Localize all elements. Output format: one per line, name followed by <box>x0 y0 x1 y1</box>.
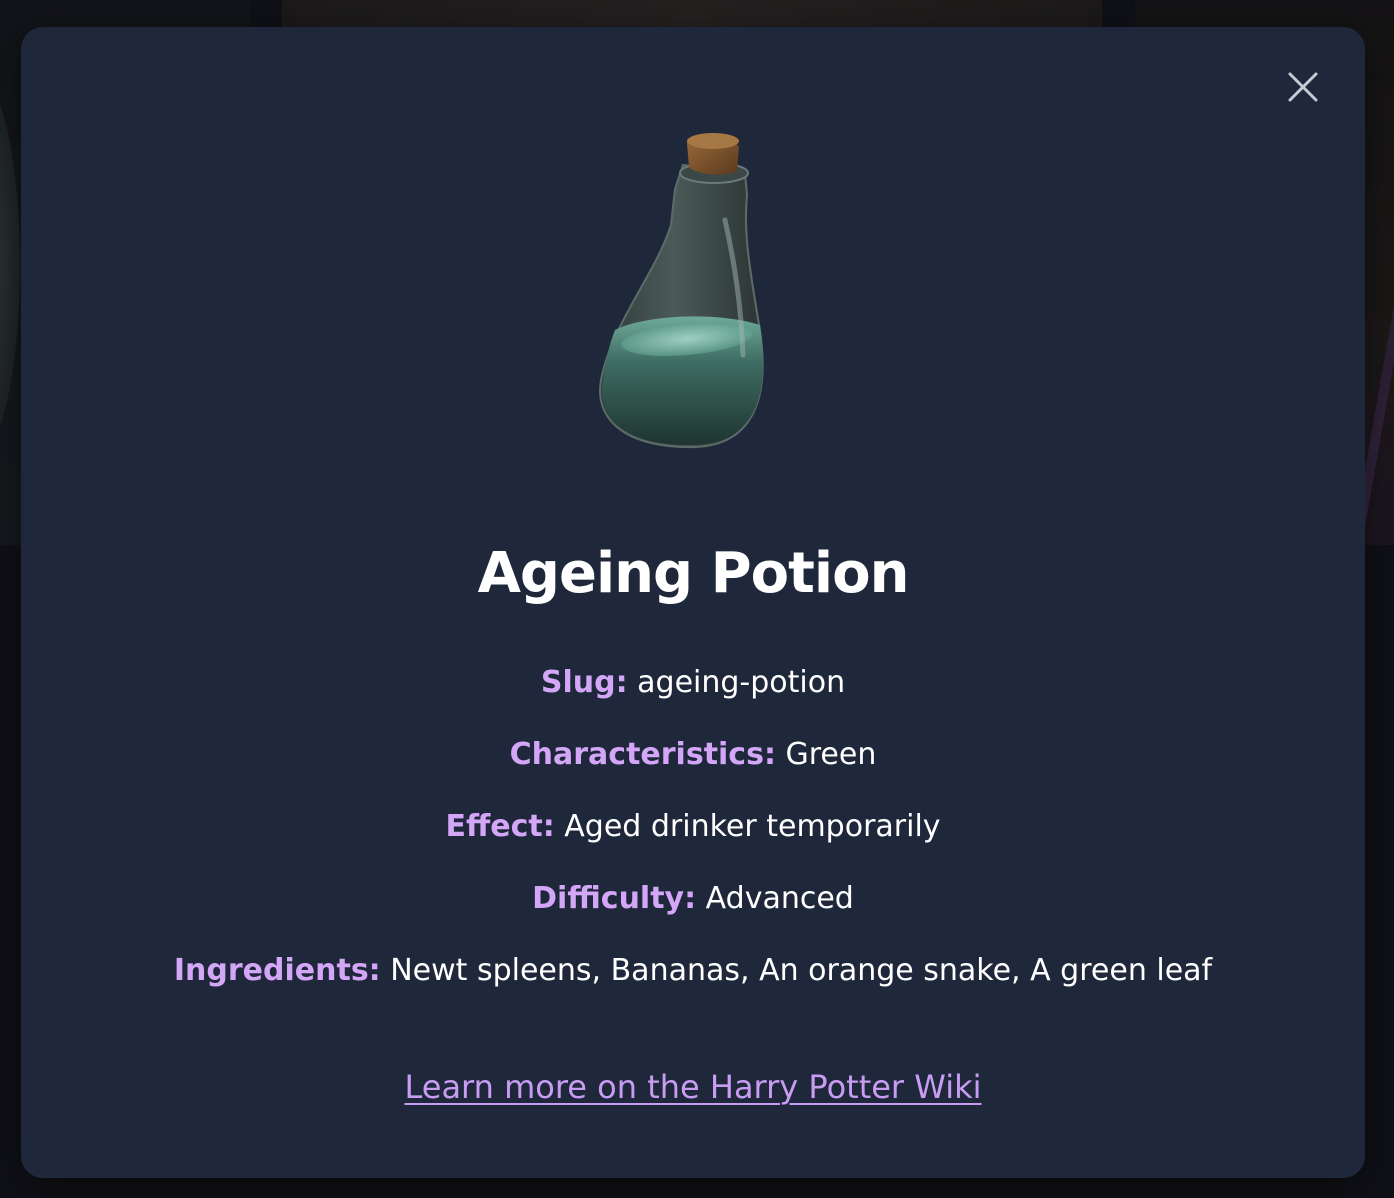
ingredients-value: Newt spleens, Bananas, An orange snake, … <box>390 953 1213 988</box>
potion-title: Ageing Potion <box>477 541 910 606</box>
wiki-link-container: Learn more on the Harry Potter Wiki <box>21 1065 1365 1109</box>
ingredients-row: Ingredients: Newt spleens, Bananas, An o… <box>21 951 1365 991</box>
close-icon <box>1288 72 1318 102</box>
characteristics-row: Characteristics: Green <box>21 735 1365 775</box>
characteristics-value: Green <box>785 737 877 772</box>
difficulty-value: Advanced <box>705 881 854 916</box>
difficulty-label: Difficulty: <box>532 881 697 916</box>
characteristics-label: Characteristics: <box>509 737 776 772</box>
difficulty-row: Difficulty: Advanced <box>21 879 1365 919</box>
wiki-link[interactable]: Learn more on the Harry Potter Wiki <box>404 1068 981 1106</box>
close-button[interactable] <box>1285 69 1321 105</box>
slug-row: Slug: ageing-potion <box>21 663 1365 703</box>
effect-row: Effect: Aged drinker temporarily <box>21 807 1365 847</box>
effect-label: Effect: <box>445 809 555 844</box>
slug-label: Slug: <box>540 665 628 700</box>
ingredients-label: Ingredients: <box>173 953 381 988</box>
effect-value: Aged drinker temporarily <box>564 809 941 844</box>
potion-image <box>575 125 775 455</box>
slug-value: ageing-potion <box>637 665 846 700</box>
potion-detail-modal: Ageing Potion Slug: ageing-potion Charac… <box>21 27 1365 1178</box>
